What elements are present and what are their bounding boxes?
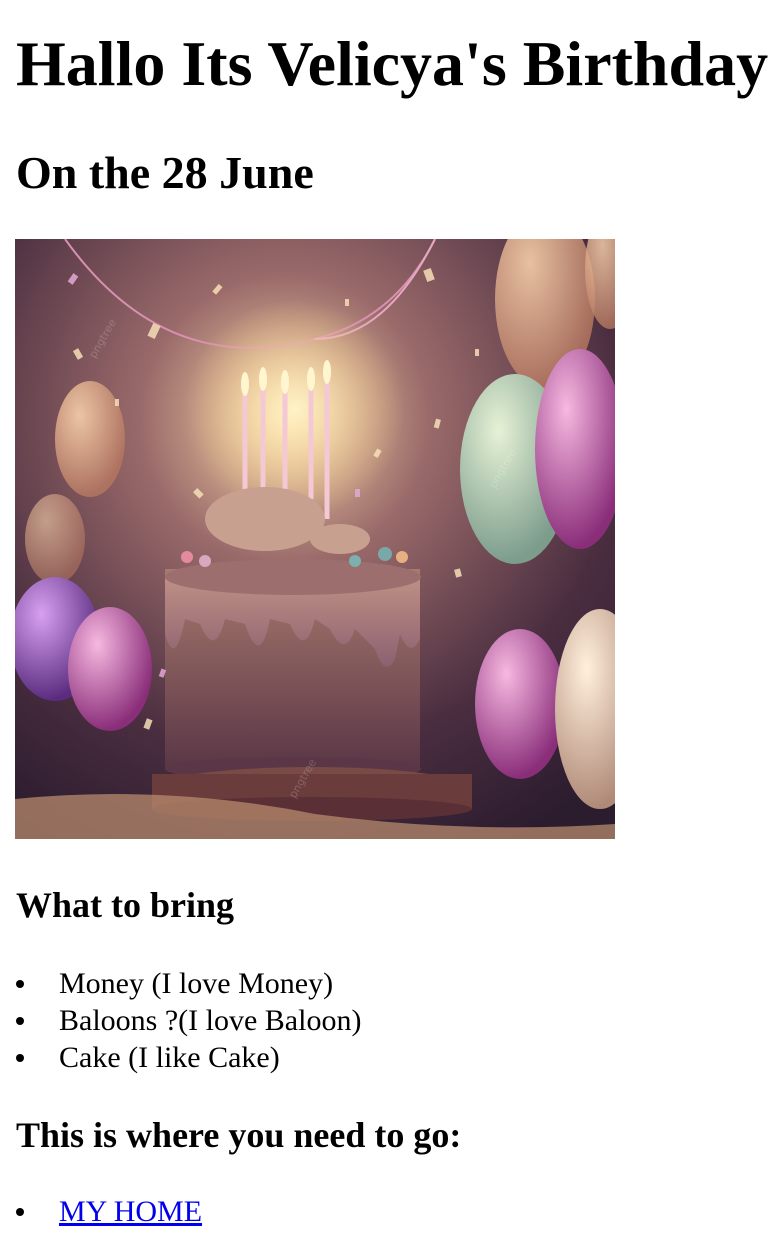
where-list: MY HOME — [16, 1193, 202, 1230]
bullet-icon — [16, 1054, 24, 1062]
list-item-label: Money (I love Money) — [59, 967, 334, 1000]
my-home-link[interactable]: MY HOME — [59, 1195, 202, 1228]
list-item-label: Baloons ?(I love Baloon) — [59, 1004, 362, 1037]
list-item-label: Cake (I like Cake) — [59, 1041, 280, 1074]
page: Hallo Its Velicya's Birthday On the 28 J… — [0, 0, 783, 1240]
list-item: Money (I love Money) — [16, 965, 361, 1002]
page-title: Hallo Its Velicya's Birthday — [16, 28, 769, 99]
list-item: Cake (I like Cake) — [16, 1039, 361, 1076]
bullet-icon — [16, 1208, 24, 1216]
where-heading: This is where you need to go: — [16, 1115, 462, 1155]
date-heading: On the 28 June — [16, 147, 314, 198]
bring-list: Money (I love Money) Baloons ?(I love Ba… — [16, 965, 361, 1076]
birthday-cake-image: pngtree pngtree pngtree — [15, 239, 615, 839]
list-item: Baloons ?(I love Baloon) — [16, 1002, 361, 1039]
bullet-icon — [16, 1017, 24, 1025]
list-item: MY HOME — [16, 1193, 202, 1230]
bring-heading: What to bring — [16, 885, 235, 925]
bullet-icon — [16, 980, 24, 988]
